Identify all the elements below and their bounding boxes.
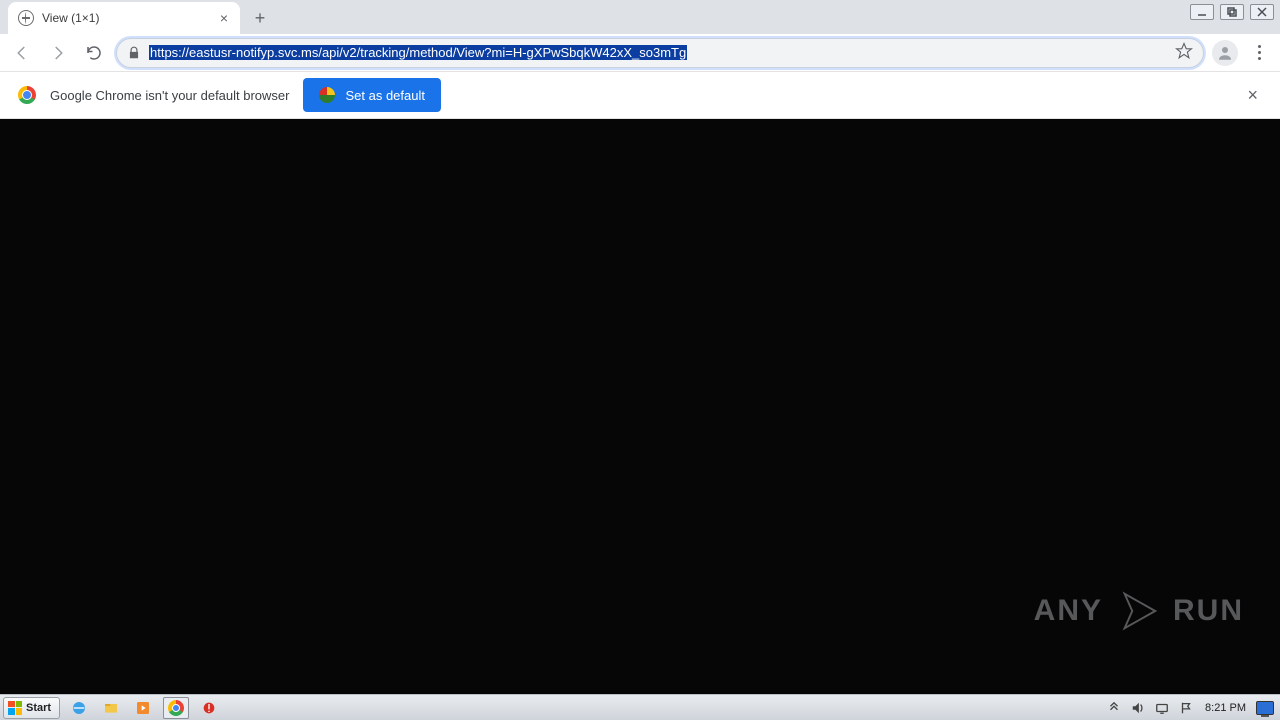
shield-icon	[319, 87, 335, 103]
chrome-window: View (1×1) × + https://eastusr-notifyp.s…	[0, 0, 1280, 720]
browser-tab[interactable]: View (1×1) ×	[8, 2, 240, 34]
page-viewport: ANY RUN	[0, 119, 1280, 694]
bookmark-star-icon[interactable]	[1175, 42, 1193, 63]
window-controls	[1190, 4, 1274, 20]
start-button[interactable]: Start	[3, 697, 60, 719]
set-default-label: Set as default	[345, 88, 425, 103]
url-text: https://eastusr-notifyp.svc.ms/api/v2/tr…	[149, 45, 1167, 60]
taskbar-ie-icon[interactable]	[67, 697, 91, 719]
tray-network-icon[interactable]	[1153, 699, 1171, 717]
chrome-logo-icon	[168, 700, 184, 716]
forward-button[interactable]	[44, 39, 72, 67]
watermark-left: ANY	[1034, 594, 1103, 628]
minimize-button[interactable]	[1190, 4, 1214, 20]
tray-clock[interactable]: 8:21 PM	[1201, 702, 1250, 714]
reload-button[interactable]	[80, 39, 108, 67]
address-bar[interactable]: https://eastusr-notifyp.svc.ms/api/v2/tr…	[116, 38, 1204, 68]
chrome-logo-icon	[18, 86, 36, 104]
watermark-right: RUN	[1173, 594, 1244, 628]
tray-flag-icon[interactable]	[1177, 699, 1195, 717]
lock-icon	[127, 46, 141, 60]
default-browser-infobar: Google Chrome isn't your default browser…	[0, 72, 1280, 119]
profile-button[interactable]	[1212, 40, 1238, 66]
chrome-menu-button[interactable]	[1246, 40, 1272, 66]
taskbar-shield-icon[interactable]	[197, 697, 221, 719]
close-tab-icon[interactable]: ×	[218, 8, 230, 28]
tray-volume-icon[interactable]	[1129, 699, 1147, 717]
maximize-button[interactable]	[1220, 4, 1244, 20]
anyrun-watermark: ANY RUN	[1034, 588, 1244, 634]
back-button[interactable]	[8, 39, 36, 67]
tab-title: View (1×1)	[42, 11, 210, 25]
system-tray: 8:21 PM	[1105, 699, 1280, 717]
tray-monitor-icon[interactable]	[1256, 701, 1274, 715]
taskbar-chrome-icon[interactable]	[163, 697, 189, 719]
tray-expand-icon[interactable]	[1105, 699, 1123, 717]
browser-toolbar: https://eastusr-notifyp.svc.ms/api/v2/tr…	[0, 34, 1280, 72]
windows-taskbar: Start 8:21 PM	[0, 694, 1280, 720]
taskbar-explorer-icon[interactable]	[99, 697, 123, 719]
taskbar-media-icon[interactable]	[131, 697, 155, 719]
windows-logo-icon	[8, 701, 22, 715]
start-label: Start	[26, 702, 51, 714]
infobar-message: Google Chrome isn't your default browser	[50, 88, 289, 103]
play-icon	[1115, 588, 1161, 634]
window-close-button[interactable]	[1250, 4, 1274, 20]
infobar-close-icon[interactable]: ×	[1243, 81, 1262, 110]
new-tab-button[interactable]: +	[246, 4, 274, 32]
globe-icon	[18, 10, 34, 26]
set-default-button[interactable]: Set as default	[303, 78, 441, 112]
tab-strip: View (1×1) × +	[0, 0, 1280, 34]
